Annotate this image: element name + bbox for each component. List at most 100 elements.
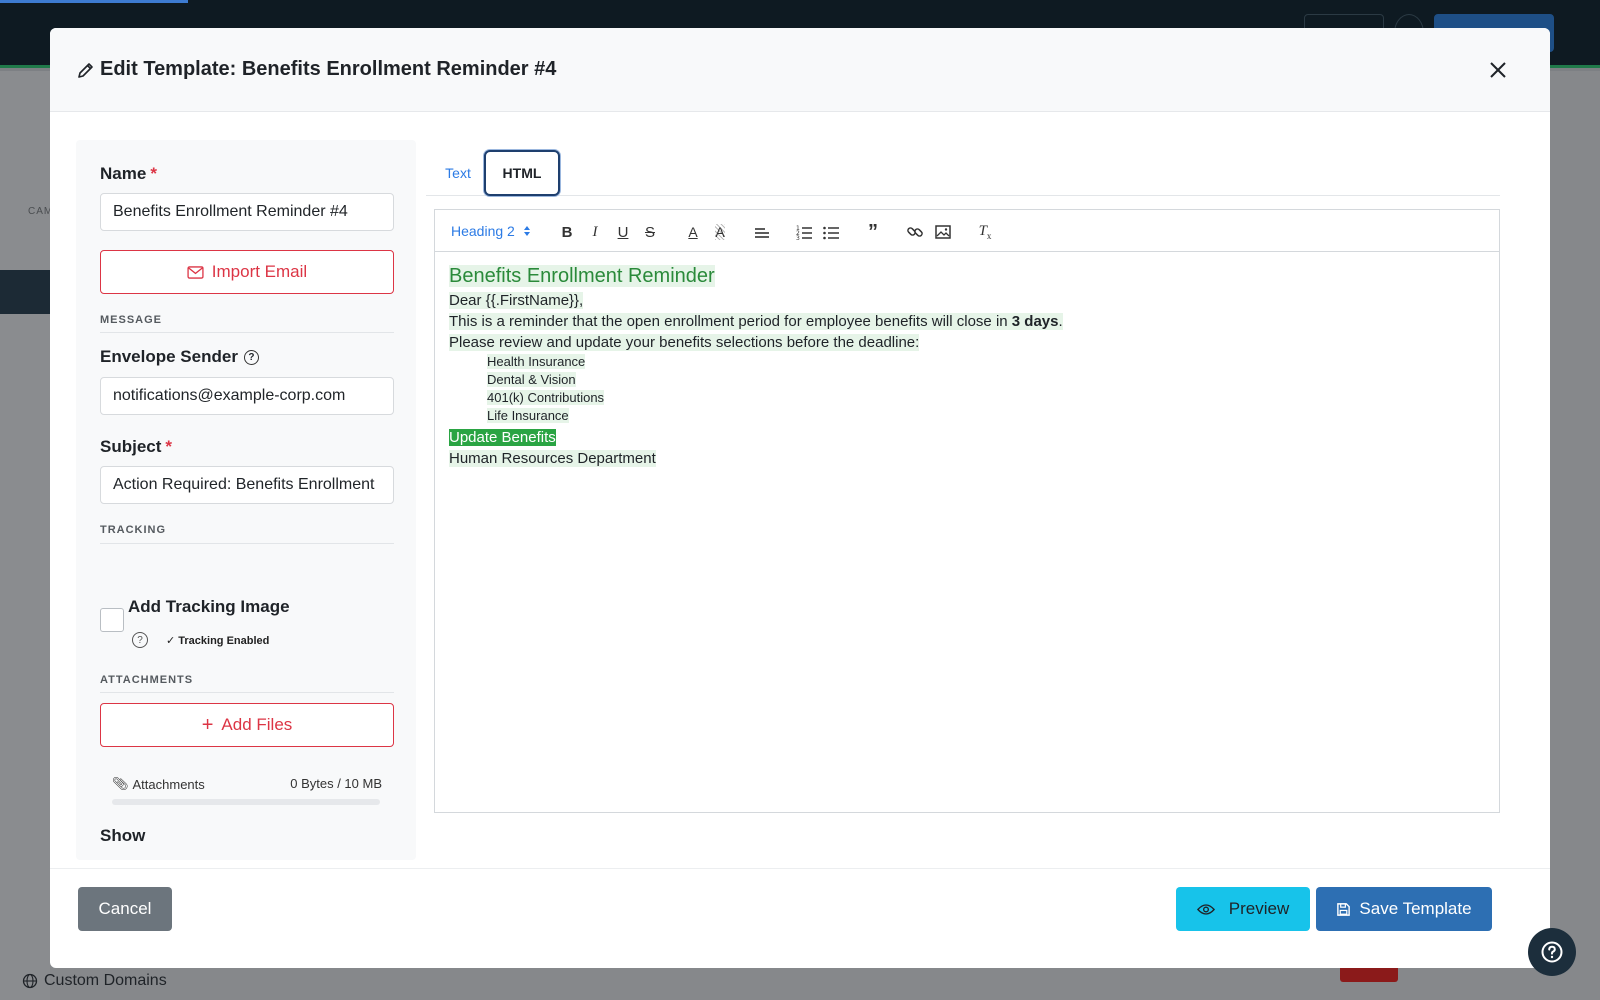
subject-label: Subject *: [100, 437, 172, 457]
background-color-button[interactable]: A: [710, 222, 730, 242]
help-floating-button[interactable]: [1528, 928, 1576, 976]
globe-icon: [22, 973, 38, 989]
tab-text[interactable]: Text: [434, 150, 482, 196]
save-template-label: Save Template: [1359, 899, 1472, 918]
envelope-sender-label: Envelope Sender?: [100, 347, 259, 367]
required-mark: *: [150, 164, 157, 183]
add-files-label: Add Files: [221, 715, 293, 734]
ordered-list-icon: 123: [796, 225, 812, 241]
italic-icon: I: [592, 223, 598, 240]
subject-label-text: Subject: [100, 437, 162, 456]
image-icon: [935, 225, 951, 239]
strikethrough-icon: S: [644, 223, 655, 241]
background-color-icon: A: [715, 224, 725, 240]
attachments-section-caption: ATTACHMENTS: [100, 674, 194, 686]
heading-select[interactable]: Heading 2: [451, 223, 531, 239]
sidebar-item-custom-domains: Custom Domains: [22, 972, 167, 990]
subject-input[interactable]: [100, 466, 394, 504]
add-tracking-image-checkbox[interactable]: [100, 608, 124, 632]
pencil-icon: [78, 62, 93, 78]
email-line-1: This is a reminder that the open enrollm…: [449, 313, 1012, 330]
update-benefits-link[interactable]: Update Benefits: [449, 429, 556, 446]
envelope-sender-input[interactable]: [100, 377, 394, 415]
strikethrough-button[interactable]: S: [640, 222, 660, 242]
email-line-2: Please review and update your benefits s…: [449, 334, 920, 351]
align-left-icon: [755, 228, 769, 238]
message-section-caption: MESSAGE: [100, 314, 163, 326]
tab-html[interactable]: HTML: [484, 150, 560, 196]
blockquote-button[interactable]: ”: [863, 220, 883, 243]
floppy-disk-icon: [1337, 902, 1351, 916]
modal-header: Edit Template: Benefits Enrollment Remin…: [50, 28, 1550, 112]
bullet-list-button[interactable]: [821, 222, 841, 242]
html-editor: Heading 2 B I U S A A 123 ” Tx Benefits …: [434, 209, 1500, 813]
name-label: Name *: [100, 164, 157, 184]
save-template-button[interactable]: Save Template: [1316, 887, 1492, 931]
email-signature: Human Resources Department: [449, 450, 656, 467]
heading-select-value: Heading 2: [451, 223, 515, 239]
template-settings-panel: Name* Import Email MESSAGE Envelope Send…: [76, 140, 416, 860]
section-divider: [100, 692, 394, 693]
image-button[interactable]: [933, 222, 953, 242]
bullet-list-icon: [823, 226, 839, 240]
paperclip-icon: 📎︎: [112, 776, 129, 791]
list-item: 401(k) Contributions: [487, 390, 605, 405]
link-button[interactable]: [905, 222, 925, 242]
bold-button[interactable]: B: [557, 222, 577, 242]
plus-icon: +: [201, 714, 214, 736]
question-icon[interactable]: ?: [132, 632, 148, 648]
editor-tabs: Text HTML: [426, 140, 1500, 196]
list-item: Life Insurance: [487, 408, 569, 423]
list-item: Health Insurance: [487, 354, 586, 369]
list-item: Dental & Vision: [487, 372, 576, 387]
name-input[interactable]: [100, 193, 394, 231]
attachments-label: Attachments: [132, 776, 205, 792]
editor-content[interactable]: Benefits Enrollment Reminder Dear {{.Fir…: [449, 262, 1489, 469]
show-label: Show: [100, 826, 146, 845]
preview-button[interactable]: Preview: [1176, 887, 1310, 931]
tracking-section-caption: TRACKING: [100, 524, 167, 536]
modal-footer: Cancel Preview Save Template: [50, 868, 1550, 968]
underline-icon: U: [617, 223, 629, 241]
quote-icon: ”: [868, 220, 878, 243]
close-button[interactable]: [1486, 58, 1510, 82]
cancel-button[interactable]: Cancel: [78, 887, 172, 931]
sidebar-active-item: [0, 270, 50, 314]
attachments-usage-bar: [112, 799, 380, 805]
clear-format-icon: Tx: [978, 223, 992, 241]
email-line-1-bold: 3 days: [1011, 313, 1059, 330]
modal-title: Edit Template: Benefits Enrollment Remin…: [76, 58, 556, 81]
sort-caret-icon: [523, 226, 530, 236]
modal-title-text: Edit Template: Benefits Enrollment Remin…: [100, 58, 557, 80]
underline-button[interactable]: U: [613, 222, 633, 242]
preview-label: Preview: [1228, 899, 1290, 918]
email-heading: Benefits Enrollment Reminder: [449, 265, 715, 287]
email-greeting: Dear {{.FirstName}},: [449, 292, 584, 309]
link-icon: [907, 227, 923, 237]
import-email-label: Import Email: [211, 262, 308, 281]
import-email-button[interactable]: Import Email: [100, 250, 394, 294]
email-line-1-suffix: .: [1058, 313, 1063, 330]
clear-format-button[interactable]: Tx: [975, 222, 995, 242]
italic-button[interactable]: I: [585, 222, 605, 242]
edit-template-modal: Edit Template: Benefits Enrollment Remin…: [50, 28, 1550, 968]
help-icon[interactable]: ?: [243, 350, 259, 366]
loading-progress-bar: [0, 0, 188, 3]
name-label-text: Name: [100, 164, 147, 183]
tracking-enabled-note: ✓ Tracking Enabled: [166, 635, 270, 647]
ordered-list-button[interactable]: 123: [794, 222, 814, 242]
svg-text:3: 3: [796, 235, 800, 241]
bold-icon: B: [561, 223, 573, 241]
align-button[interactable]: [752, 222, 772, 242]
add-tracking-image-label: Add Tracking Image: [128, 597, 290, 616]
envelope-sender-label-text: Envelope Sender: [100, 347, 238, 366]
envelope-icon: [187, 265, 204, 279]
section-divider: [100, 332, 394, 333]
close-icon: [1490, 62, 1506, 78]
text-color-button[interactable]: A: [683, 222, 703, 242]
eye-icon: [1196, 903, 1215, 915]
section-divider: [100, 543, 394, 544]
attachments-summary: 📎︎ Attachments 0 Bytes / 10 MB: [112, 776, 382, 792]
required-mark: *: [165, 437, 173, 456]
add-files-button[interactable]: + Add Files: [100, 703, 394, 747]
